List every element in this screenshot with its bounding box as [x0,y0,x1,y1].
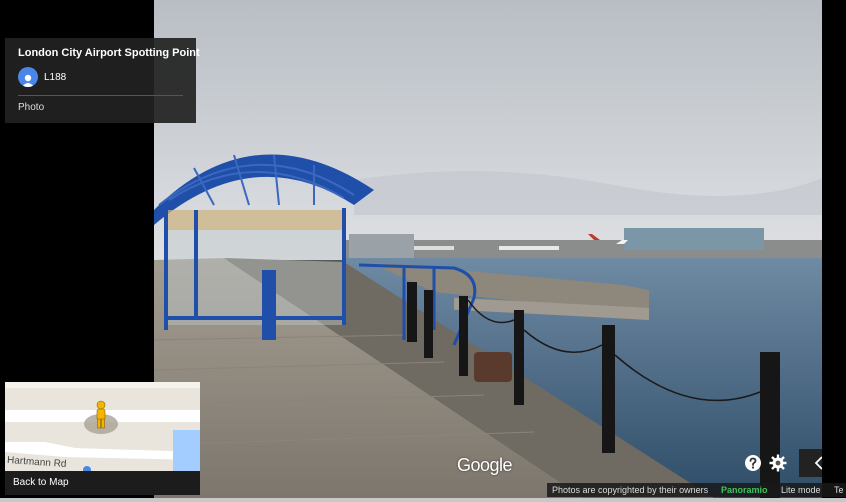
mini-map[interactable]: Hartmann Rd [5,382,200,471]
media-type-label: Photo [18,102,45,113]
google-logo: Google [457,455,513,475]
place-title: London City Airport Spotting Point [18,47,200,59]
back-to-map-button[interactable]: Back to Map [5,471,200,495]
panorama-photo[interactable] [154,0,822,498]
author-row[interactable]: L188 [18,67,183,87]
lite-mode-label[interactable]: Lite mode [781,483,821,497]
help-icon [745,455,761,471]
user-avatar-icon[interactable] [18,67,38,87]
help-button[interactable] [741,451,765,475]
place-info-card: London City Airport Spotting Point L188 … [5,38,200,123]
right-edge [822,0,846,498]
attribution-bar: Photos are copyrighted by their owners P… [547,483,846,497]
settings-button[interactable] [766,451,790,475]
gear-icon [769,454,787,472]
author-name[interactable]: L188 [44,72,66,83]
panoramio-logo[interactable]: Panoramio [721,483,768,497]
bottom-edge [0,498,846,502]
copyright-notice: Photos are copyrighted by their owners [552,485,709,495]
card-divider [18,95,183,96]
street-view-frame: London City Airport Spotting Point L188 … [0,0,846,502]
terms-link[interactable]: Te [834,483,844,497]
